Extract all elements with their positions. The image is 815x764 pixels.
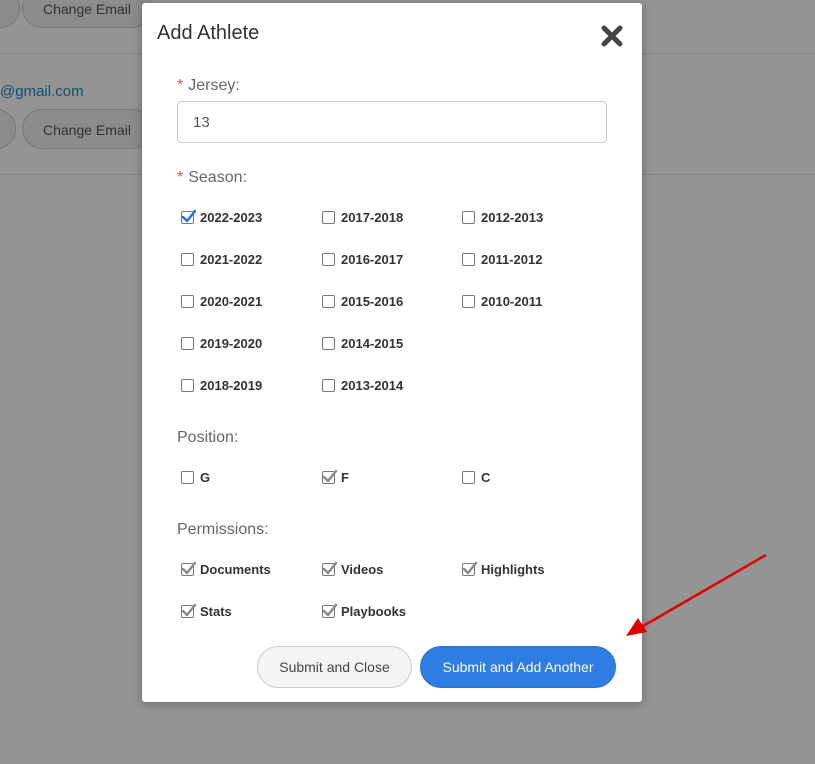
checkbox-label: G (200, 469, 211, 485)
checkbox-label: 2010-2011 (481, 293, 543, 309)
permissions-label: Permissions: (177, 521, 269, 538)
permission-checkbox-playbooks[interactable]: Playbooks (322, 601, 406, 621)
season-checkbox-2020-2021[interactable]: 2020-2021 (181, 291, 262, 311)
unchecked-checkbox[interactable] (322, 210, 335, 224)
checkbox-label: F (341, 469, 349, 485)
submit-and-close-button[interactable]: Submit and Close (257, 646, 412, 688)
unchecked-checkbox[interactable] (181, 336, 194, 350)
unchecked-checkbox[interactable] (322, 336, 335, 350)
season-checkbox-2014-2015[interactable]: 2014-2015 (322, 333, 403, 353)
checkmark-icon (181, 561, 197, 574)
checked-checkbox[interactable] (181, 603, 197, 618)
checkbox-label: Documents (200, 561, 271, 577)
season-checkbox-2012-2013[interactable]: 2012-2013 (462, 207, 543, 227)
checkbox-label: 2019-2020 (200, 335, 263, 351)
checkmark-icon (322, 603, 338, 616)
season-checkbox-2017-2018[interactable]: 2017-2018 (322, 207, 403, 227)
checkbox-label: Playbooks (341, 603, 407, 619)
checkbox-label: Stats (200, 603, 232, 619)
modal-title: Add Athlete (157, 22, 260, 44)
position-checkbox-c[interactable]: C (462, 467, 490, 487)
checkmark-icon (462, 561, 478, 574)
unchecked-checkbox[interactable] (462, 294, 475, 308)
jersey-label: * Jersey: (177, 77, 240, 94)
permission-checkbox-stats[interactable]: Stats (181, 601, 232, 621)
checkbox-label: Highlights (481, 561, 545, 577)
checkmark-icon (181, 209, 197, 222)
checkbox-label: 2013-2014 (341, 377, 404, 393)
checkmark-icon (181, 603, 197, 616)
submit-and-add-another-button[interactable]: Submit and Add Another (420, 646, 616, 688)
unchecked-checkbox[interactable] (322, 378, 335, 392)
checked-checkbox[interactable] (181, 561, 197, 576)
checked-checkbox[interactable] (322, 561, 338, 576)
season-checkbox-2016-2017[interactable]: 2016-2017 (322, 249, 403, 269)
unchecked-checkbox[interactable] (462, 252, 475, 266)
checkmark-icon (322, 561, 338, 574)
checkbox-label: 2020-2021 (200, 293, 263, 309)
checked-checkbox[interactable] (462, 561, 478, 576)
season-checkbox-2018-2019[interactable]: 2018-2019 (181, 375, 262, 395)
position-label: Position: (177, 429, 239, 446)
unchecked-checkbox[interactable] (322, 294, 335, 308)
checkbox-label: 2011-2012 (481, 251, 543, 267)
checkmark-icon (322, 469, 338, 482)
season-checkbox-2015-2016[interactable]: 2015-2016 (322, 291, 403, 311)
permission-checkbox-highlights[interactable]: Highlights (462, 559, 545, 579)
checked-checkbox[interactable] (322, 469, 338, 484)
checkbox-label: 2016-2017 (341, 251, 404, 267)
season-checkbox-2010-2011[interactable]: 2010-2011 (462, 291, 542, 311)
unchecked-checkbox[interactable] (181, 378, 194, 392)
unchecked-checkbox[interactable] (181, 252, 194, 266)
jersey-input[interactable] (177, 101, 607, 143)
checkbox-label: C (481, 469, 491, 485)
unchecked-checkbox[interactable] (181, 470, 194, 484)
position-checkbox-g[interactable]: G (181, 467, 210, 487)
checked-checkbox[interactable] (181, 209, 197, 224)
checked-checkbox[interactable] (322, 603, 338, 618)
close-icon[interactable] (598, 22, 626, 50)
season-checkbox-2022-2023[interactable]: 2022-2023 (181, 207, 262, 227)
permission-checkbox-videos[interactable]: Videos (322, 559, 383, 579)
season-checkbox-2013-2014[interactable]: 2013-2014 (322, 375, 403, 395)
position-checkbox-f[interactable]: F (322, 467, 349, 487)
checkbox-label: 2017-2018 (341, 209, 404, 225)
modal-body: *Jersey: *Season: 2022-2023 2021-2022 2020… (177, 73, 607, 639)
unchecked-checkbox[interactable] (322, 252, 335, 266)
unchecked-checkbox[interactable] (462, 470, 475, 484)
checkbox-label: 2022-2023 (200, 209, 263, 225)
checkbox-label: 2018-2019 (200, 377, 263, 393)
checkbox-label: 2021-2022 (200, 251, 263, 267)
unchecked-checkbox[interactable] (181, 294, 194, 308)
add-athlete-modal: Add Athlete *Jersey: *Season: 2022-2023 2… (142, 3, 642, 702)
season-checkbox-2011-2012[interactable]: 2011-2012 (462, 249, 542, 269)
checkbox-label: 2012-2013 (481, 209, 544, 225)
unchecked-checkbox[interactable] (462, 210, 475, 224)
checkbox-label: Videos (341, 561, 384, 577)
red-arrow-annotation (626, 553, 767, 636)
checkbox-label: 2014-2015 (341, 335, 404, 351)
season-label: * Season: (177, 169, 247, 186)
season-checkbox-2019-2020[interactable]: 2019-2020 (181, 333, 262, 353)
permission-checkbox-documents[interactable]: Documents (181, 559, 271, 579)
season-checkbox-2021-2022[interactable]: 2021-2022 (181, 249, 262, 269)
checkbox-label: 2015-2016 (341, 293, 404, 309)
